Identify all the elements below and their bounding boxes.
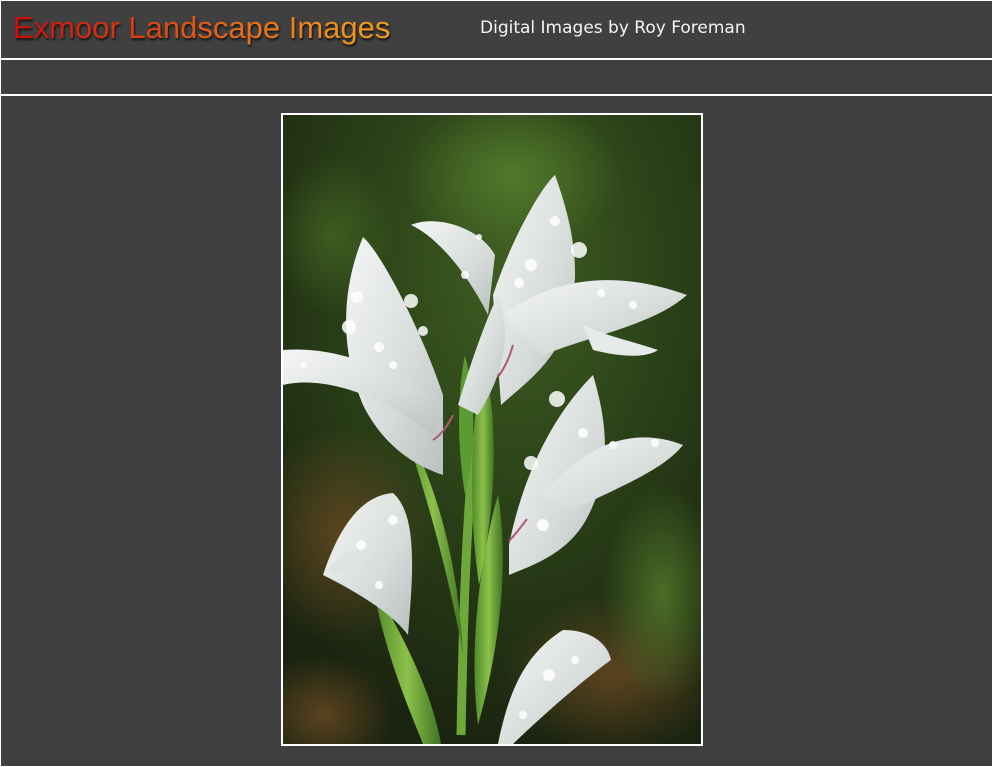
gallery-photo[interactable]: [281, 113, 703, 746]
header-bar: Exmoor Landscape Images Digital Images b…: [1, 1, 992, 58]
page: Exmoor Landscape Images Digital Images b…: [0, 0, 993, 767]
nav-bar: [1, 60, 992, 94]
flower-photo-icon: [283, 115, 701, 744]
site-subtitle: Digital Images by Roy Foreman: [480, 18, 746, 38]
site-title[interactable]: Exmoor Landscape Images: [13, 9, 390, 47]
